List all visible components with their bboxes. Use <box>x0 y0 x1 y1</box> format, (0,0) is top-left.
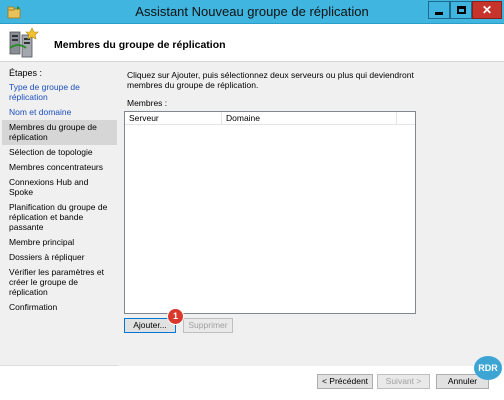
step-item: Sélection de topologie <box>9 147 93 157</box>
step-item[interactable]: Nom et domaine <box>2 105 117 120</box>
maximize-icon <box>456 6 466 14</box>
next-button: Suivant > <box>377 374 430 389</box>
steps-pane: Étapes : Type de groupe de réplication No… <box>2 64 117 362</box>
watermark-logo: RDR <box>474 356 502 380</box>
step-item[interactable]: Type de groupe de réplication <box>2 80 117 105</box>
close-icon: ✕ <box>481 3 493 17</box>
remove-button: Supprimer <box>183 318 233 333</box>
step-item: Connexions Hub and Spoke <box>9 177 89 197</box>
replication-group-icon <box>9 27 39 58</box>
page-title: Membres du groupe de réplication <box>54 39 226 51</box>
list-header: Serveur Domaine <box>125 112 415 125</box>
step-item: Membres concentrateurs <box>9 162 104 172</box>
maximize-button[interactable] <box>450 1 472 19</box>
previous-button[interactable]: < Précédent <box>317 374 373 389</box>
step-item: Membre principal <box>9 237 75 247</box>
instruction-text: Cliquez sur Ajouter, puis sélectionnez d… <box>127 70 414 90</box>
members-label: Membres : <box>127 98 168 108</box>
title-bar[interactable]: Assistant Nouveau groupe de réplication … <box>0 0 504 24</box>
column-header-domain[interactable]: Domaine <box>222 112 397 124</box>
step-item: Dossiers à répliquer <box>9 252 85 262</box>
step-item: Confirmation <box>9 302 58 312</box>
close-button[interactable]: ✕ <box>472 1 502 19</box>
wizard-header: Membres du groupe de réplication <box>0 24 504 62</box>
members-list[interactable]: Serveur Domaine <box>124 111 416 314</box>
wizard-content: Étapes : Type de groupe de réplication No… <box>0 62 504 366</box>
main-panel: Cliquez sur Ajouter, puis sélectionnez d… <box>118 62 504 366</box>
minimize-button[interactable] <box>428 1 450 19</box>
minimize-icon <box>435 11 443 15</box>
annotation-badge: 1 <box>167 308 184 325</box>
column-header-server[interactable]: Serveur <box>125 112 222 124</box>
steps-title: Étapes : <box>9 68 43 78</box>
step-item: Vérifier les paramètres et créer le grou… <box>9 267 104 297</box>
step-item: Membres du groupe de réplication <box>2 120 117 145</box>
step-item: Planification du groupe de réplication e… <box>9 202 108 232</box>
